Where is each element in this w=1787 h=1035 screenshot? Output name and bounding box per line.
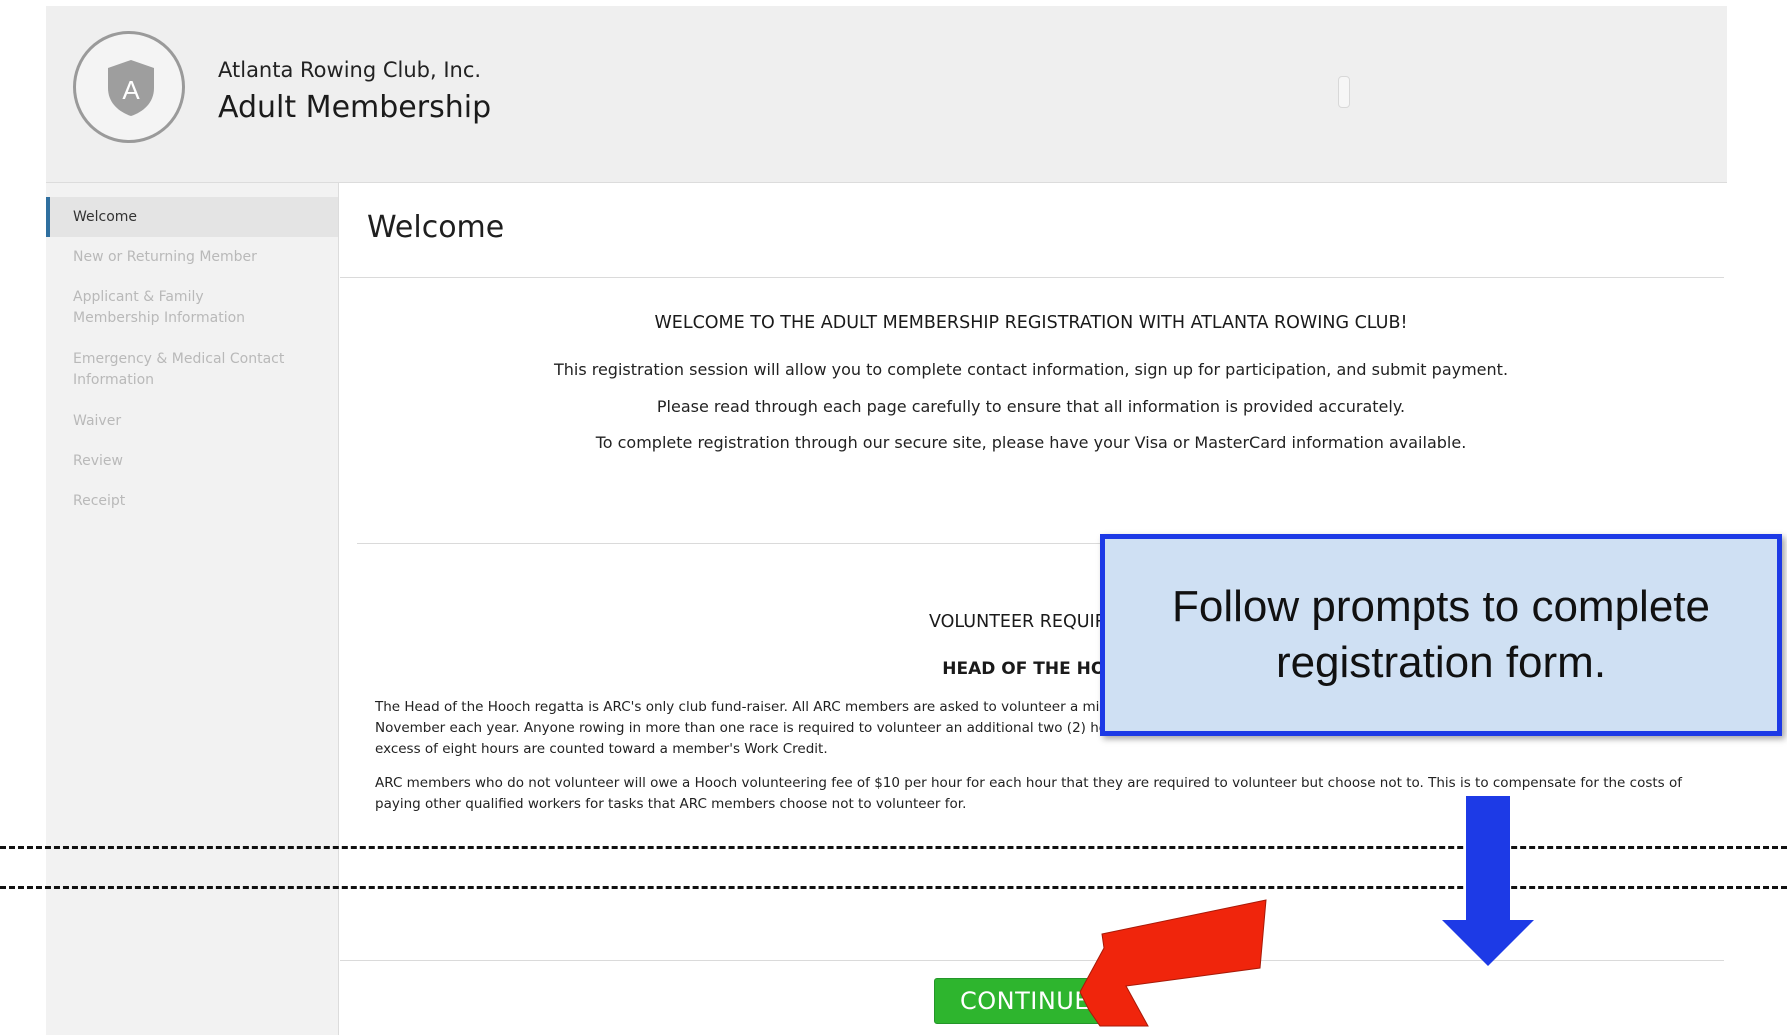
down-arrow-icon [1442,796,1534,966]
annotation-arrows [1079,796,1534,1027]
pointer-arrow-icon [1079,899,1267,1027]
